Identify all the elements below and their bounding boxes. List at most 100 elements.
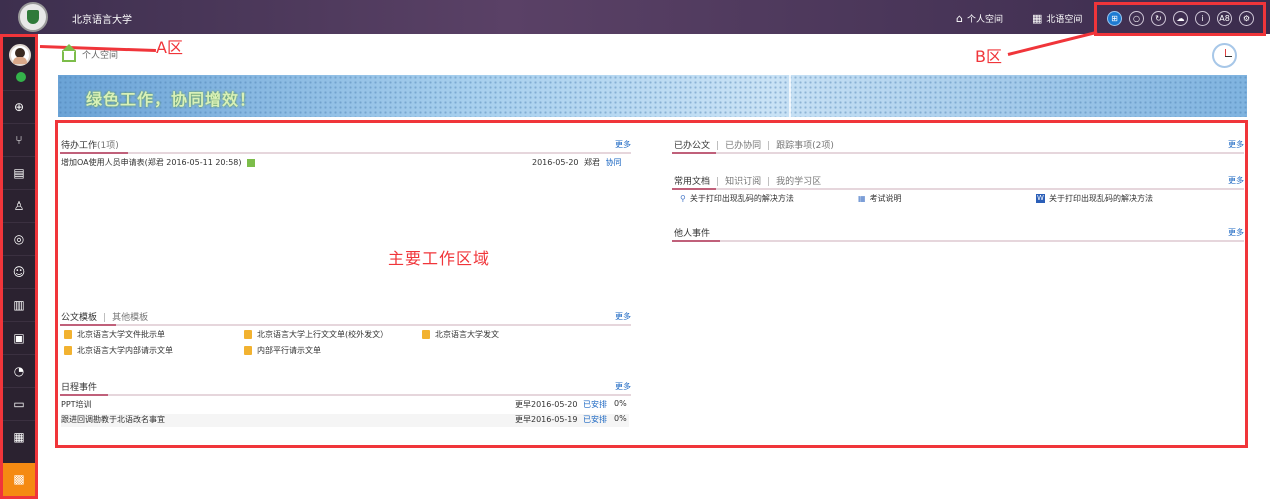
document-icon <box>244 346 252 355</box>
template-item[interactable]: 北京语言大学上行文文单(校外发文） <box>244 329 388 340</box>
id-card-icon[interactable]: ▭ <box>3 387 35 420</box>
document-icon <box>244 330 252 339</box>
todo-item[interactable]: 增加OA使用人员申请表(郑君 2016-05-11 20:58) <box>61 157 256 168</box>
docs-underline <box>672 188 1244 190</box>
template-item-label: 内部平行请示文单 <box>257 346 321 355</box>
doc-item[interactable]: W 关于打印出现乱码的解决方法 <box>1036 193 1153 204</box>
doc-item[interactable]: ▦ 考试说明 <box>858 193 902 204</box>
template-item[interactable]: 北京语言大学内部请示文单 <box>64 345 173 356</box>
schedule-row-name: 跟进回调勘教于北语改名事宜 <box>61 415 165 424</box>
form-icon <box>247 158 256 167</box>
book-icon[interactable]: ▥ <box>3 288 35 321</box>
form-icon[interactable]: ▦ <box>3 420 35 453</box>
tab-common-docs[interactable]: 常用文档 <box>674 177 710 187</box>
word-icon: W <box>1036 194 1045 203</box>
document-icon <box>422 330 430 339</box>
template-item[interactable]: 北京语言大学发文 <box>422 329 499 340</box>
schedule-row[interactable]: 跟进回调勘教于北语改名事宜 更早2016-05-19 已安排 0% <box>61 414 629 427</box>
zone-a-label: A区 <box>156 38 183 57</box>
others-title[interactable]: 他人事件 <box>674 226 710 239</box>
todo-more-link[interactable]: 更多 <box>615 139 631 150</box>
a8-icon-text: A8 <box>1219 14 1230 23</box>
template-item-label: 北京语言大学文件批示单 <box>77 330 165 339</box>
nav-personal-label: 个人空间 <box>966 15 1003 25</box>
schedule-underline <box>60 394 631 396</box>
nav-blcu-space[interactable]: ▦ 北语空间 <box>1032 12 1082 25</box>
toolbar-icon-group: ⊞ ○ ↻ ☁ i A8 ⚙ <box>1094 2 1266 36</box>
todo-title-text: 待办工作 <box>61 141 98 151</box>
templates-more-link[interactable]: 更多 <box>615 311 631 322</box>
nav-personal-space[interactable]: ⌂ 个人空间 <box>956 12 1003 36</box>
building-icon: ▦ <box>1032 12 1043 25</box>
template-item[interactable]: 内部平行请示文单 <box>244 345 321 356</box>
others-underline <box>672 240 1244 242</box>
todo-count: (1项) <box>97 141 119 151</box>
refresh-icon[interactable]: ↻ <box>1151 11 1166 26</box>
top-header: 北京语言大学 ⌂ 个人空间 ▦ 北语空间 <box>0 0 1270 36</box>
target-icon[interactable]: ◎ <box>3 222 35 255</box>
docs-tabs: 常用文档 | 知识订阅 | 我的学习区 <box>674 177 822 187</box>
tab-official-templates[interactable]: 公文模板 <box>61 313 97 323</box>
schedule-row-progress: 0% <box>614 399 627 408</box>
university-logo <box>18 2 48 32</box>
briefcase-icon[interactable]: ▣ <box>3 321 35 354</box>
clock-icon <box>1212 43 1237 68</box>
stamp-icon[interactable]: ♙ <box>3 189 35 222</box>
done-tabs: 已办公文 | 已办协同 | 跟踪事项(2项) <box>674 141 834 151</box>
main-work-area: 待办工作(1项) 更多 增加OA使用人员申请表(郑君 2016-05-11 20… <box>55 120 1248 448</box>
schedule-title[interactable]: 日程事件 <box>61 380 97 393</box>
settings-icon[interactable]: ⚙ <box>1239 11 1254 26</box>
tab-done-collab[interactable]: 已办协同 <box>725 141 761 151</box>
online-status-icon <box>16 72 26 82</box>
toolbox-icon[interactable]: ▩ <box>3 463 35 496</box>
done-underline <box>672 152 1244 154</box>
schedule-row-status[interactable]: 已安排 <box>583 399 607 410</box>
cloud-icon[interactable]: ☁ <box>1173 11 1188 26</box>
todo-underline <box>60 152 631 154</box>
todo-item-meta: 2016-05-20 郑君 协同 <box>532 157 622 168</box>
todo-item-text: 增加OA使用人员申请表(郑君 2016-05-11 20:58) <box>61 158 242 167</box>
doc-item-label: 考试说明 <box>869 194 902 203</box>
templates-tabs: 公文模板 | 其他模板 <box>61 313 149 323</box>
doc-item-label: 关于打印出现乱码的解决方法 <box>689 194 794 203</box>
doc-item-label: 关于打印出现乱码的解决方法 <box>1049 194 1153 203</box>
done-more-link[interactable]: 更多 <box>1228 139 1244 150</box>
search-icon[interactable]: ○ <box>1129 11 1144 26</box>
schedule-row-date: 更早2016-05-20 <box>515 400 578 409</box>
breadcrumb-label: 个人空间 <box>82 51 119 61</box>
tab-learning-area[interactable]: 我的学习区 <box>776 177 821 187</box>
banner-slogan: 绿色工作，协同增效！ <box>86 90 257 109</box>
dashboard-icon[interactable]: ◔ <box>3 354 35 387</box>
document-icon <box>64 330 72 339</box>
document-icon <box>64 346 72 355</box>
document-icon: ⚲ <box>680 194 686 203</box>
schedule-row-progress: 0% <box>614 414 627 423</box>
tab-done-docs[interactable]: 已办公文 <box>674 141 710 151</box>
schedule-row[interactable]: PPT培训 更早2016-05-20 已安排 0% <box>61 399 629 412</box>
todo-title[interactable]: 待办工作(1项) <box>61 138 119 151</box>
doc-item[interactable]: ⚲ 关于打印出现乱码的解决方法 <box>680 193 794 204</box>
home-icon: ⌂ <box>956 12 963 25</box>
docs-more-link[interactable]: 更多 <box>1228 175 1244 186</box>
user-icon[interactable]: ☺ <box>3 255 35 288</box>
others-more-link[interactable]: 更多 <box>1228 227 1244 238</box>
add-icon[interactable]: ⊕ <box>3 90 35 123</box>
todo-item-type[interactable]: 协同 <box>606 158 622 167</box>
tab-tracking[interactable]: 跟踪事项 <box>776 141 812 151</box>
schedule-row-status[interactable]: 已安排 <box>583 414 607 425</box>
schedule-row-date: 更早2016-05-19 <box>515 415 578 424</box>
main-area-label: 主要工作区域 <box>388 249 491 268</box>
user-avatar[interactable] <box>9 44 31 66</box>
zone-b-label: B区 <box>975 47 1002 66</box>
tab-knowledge-subscription[interactable]: 知识订阅 <box>725 177 761 187</box>
table-icon[interactable]: ▤ <box>3 156 35 189</box>
info-icon[interactable]: i <box>1195 11 1210 26</box>
document-icon: ▦ <box>858 194 866 203</box>
windows-icon[interactable]: ⊞ <box>1107 11 1122 26</box>
schedule-more-link[interactable]: 更多 <box>615 381 631 392</box>
template-item-label: 北京语言大学上行文文单(校外发文） <box>257 330 389 339</box>
template-item[interactable]: 北京语言大学文件批示单 <box>64 329 165 340</box>
tab-other-templates[interactable]: 其他模板 <box>112 313 148 323</box>
a8-icon[interactable]: A8 <box>1217 11 1232 26</box>
workflow-icon[interactable]: ⑂ <box>3 123 35 156</box>
